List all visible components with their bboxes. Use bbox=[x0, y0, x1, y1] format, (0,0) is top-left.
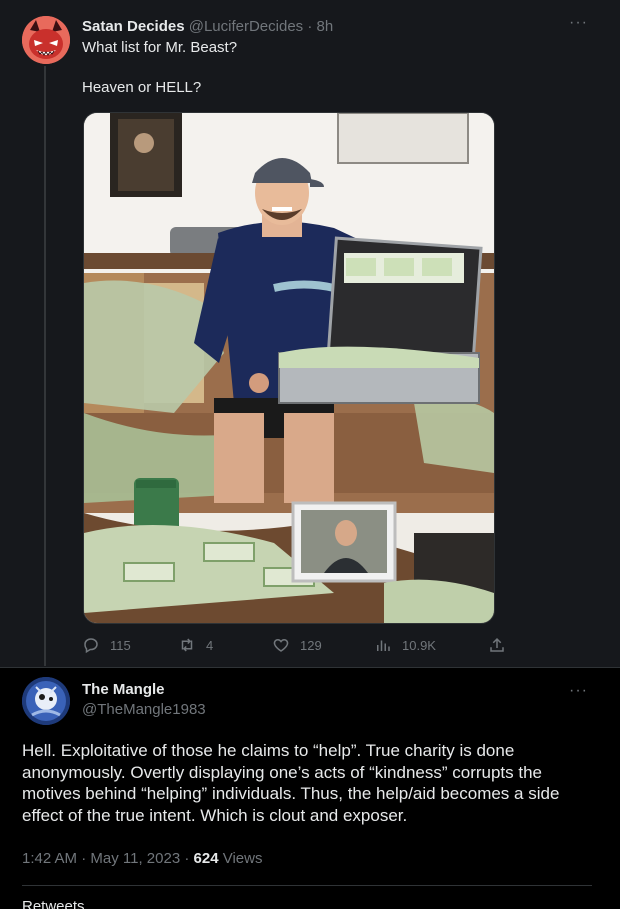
views-icon bbox=[377, 640, 390, 651]
tweet-text-line: What list for Mr. Beast? bbox=[82, 39, 238, 56]
divider bbox=[22, 885, 592, 886]
retweet-count: 4 bbox=[206, 637, 214, 653]
original-tweet[interactable]: Satan Decides @LuciferDecides · 8h ··· W… bbox=[0, 0, 620, 667]
tweet-actions: 115 4 129 10.9K bbox=[82, 636, 504, 656]
more-icon[interactable]: ··· bbox=[569, 682, 588, 700]
more-icon[interactable]: ··· bbox=[569, 14, 588, 32]
tweet-text: What list for Mr. Beast? Heaven or HELL? bbox=[82, 38, 237, 98]
like-button[interactable]: 129 bbox=[272, 636, 322, 654]
reply-button[interactable]: 115 bbox=[82, 636, 131, 654]
thread-line bbox=[44, 66, 46, 666]
avatar[interactable] bbox=[22, 16, 70, 64]
divider bbox=[0, 667, 620, 668]
cutoff-text: Retweets bbox=[22, 898, 85, 909]
view-count: 624 bbox=[193, 850, 219, 867]
tweet-header: Satan Decides @LuciferDecides · 8h bbox=[82, 17, 333, 37]
reply-count: 115 bbox=[110, 637, 131, 653]
like-count: 129 bbox=[300, 637, 322, 653]
author-name[interactable]: The Mangle bbox=[82, 681, 165, 698]
retweet-icon bbox=[181, 638, 193, 652]
views-button[interactable]: 10.9K bbox=[374, 636, 436, 654]
tweet-date[interactable]: May 11, 2023 bbox=[90, 850, 180, 867]
tweet-timestamp[interactable]: 8h bbox=[317, 18, 334, 35]
like-icon bbox=[273, 638, 289, 652]
reply-text: Hell. Exploitative of those he claims to… bbox=[22, 741, 560, 825]
tweet-photo[interactable] bbox=[83, 112, 495, 624]
photo-illustration bbox=[84, 113, 494, 623]
reply-icon bbox=[84, 638, 98, 654]
author-handle[interactable]: @LuciferDecides bbox=[189, 18, 303, 35]
author-name[interactable]: Satan Decides bbox=[82, 18, 185, 35]
tweet-text-line: Heaven or HELL? bbox=[82, 79, 202, 96]
separator-dot: · bbox=[180, 850, 194, 867]
tweet-meta: 1:42 AM · May 11, 2023 · 624 Views bbox=[22, 850, 262, 867]
views-label: Views bbox=[218, 850, 263, 867]
view-count: 10.9K bbox=[402, 637, 436, 653]
share-button[interactable] bbox=[488, 636, 516, 654]
separator-dot: · bbox=[303, 18, 317, 35]
separator-dot: · bbox=[77, 850, 91, 867]
author-handle[interactable]: @TheMangle1983 bbox=[82, 701, 206, 718]
tweet-time[interactable]: 1:42 AM bbox=[22, 850, 77, 867]
avatar[interactable] bbox=[22, 677, 70, 725]
retweet-button[interactable]: 4 bbox=[178, 636, 213, 654]
share-icon bbox=[490, 637, 504, 652]
